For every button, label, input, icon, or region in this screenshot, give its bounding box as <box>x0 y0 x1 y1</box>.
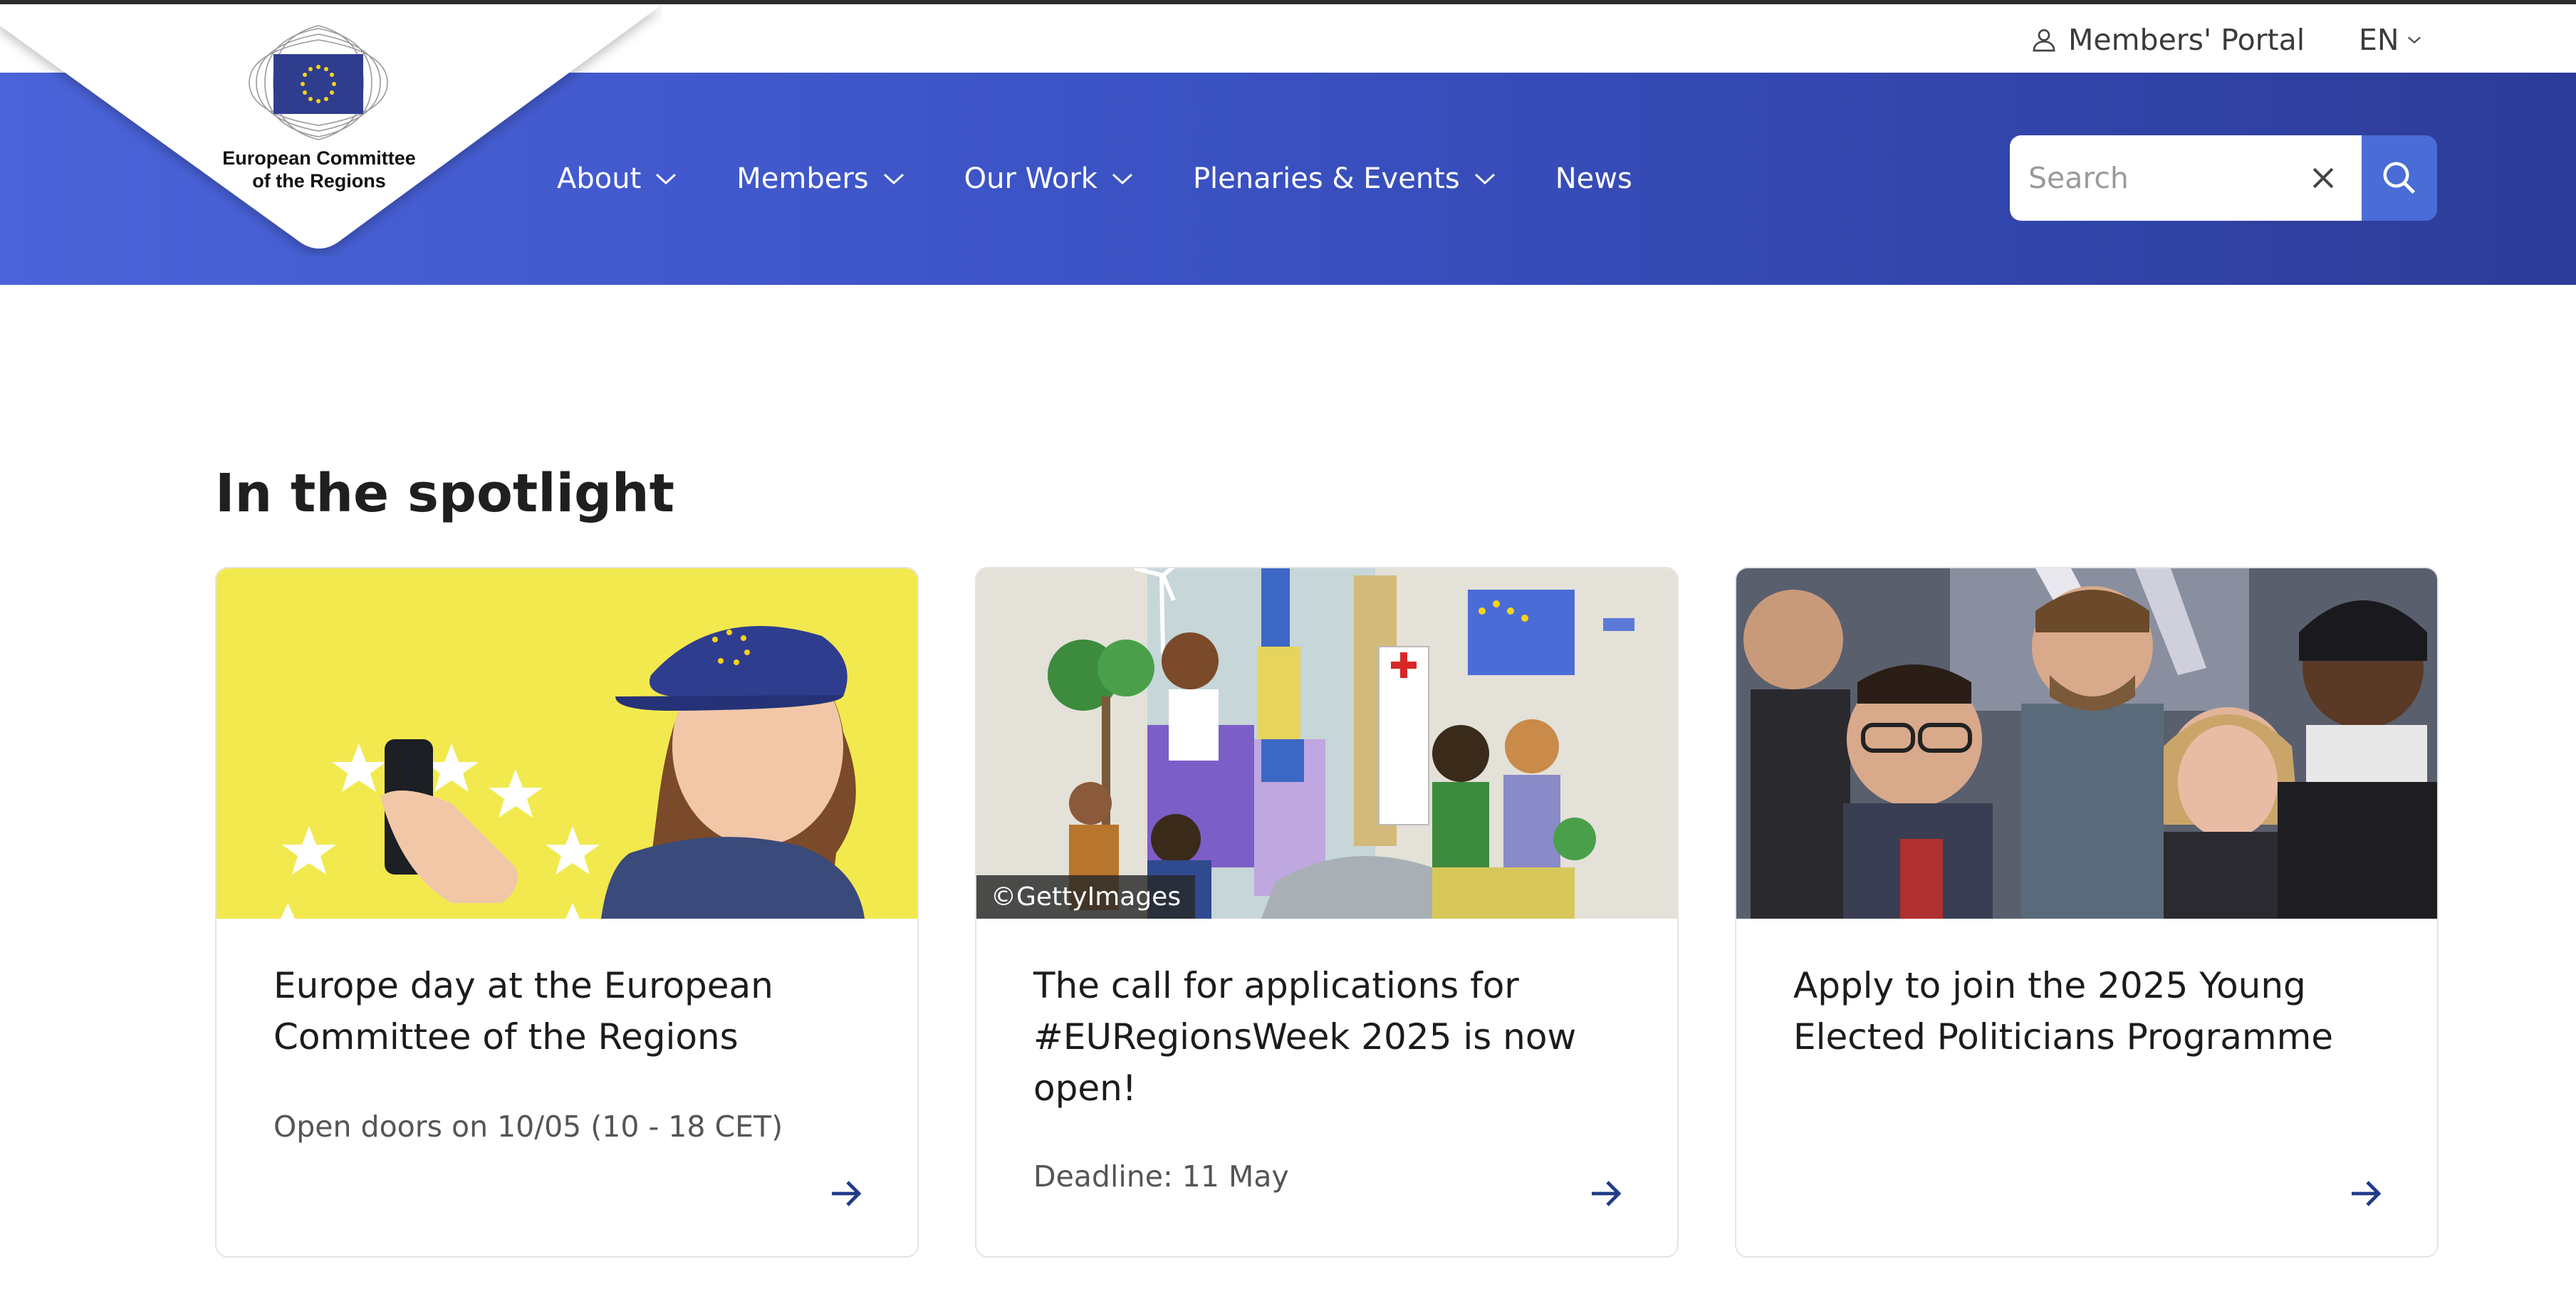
nav-item-label: News <box>1555 162 1632 195</box>
primary-nav: About Members Our Work Plenaries & Event… <box>557 73 1691 285</box>
chevron-down-icon <box>883 173 904 185</box>
card-image <box>217 568 917 919</box>
search-button[interactable] <box>2362 135 2437 221</box>
section-title: In the spotlight <box>215 463 674 524</box>
nav-item-label: Our Work <box>964 162 1097 195</box>
language-selector[interactable]: EN <box>2359 20 2422 60</box>
card-image <box>1736 568 2437 919</box>
search-icon <box>2383 162 2416 194</box>
eu-flag-emblem <box>249 25 388 140</box>
members-portal-link[interactable]: Members' Portal <box>2030 20 2305 60</box>
card-title: Europe day at the European Committee of … <box>273 965 773 1058</box>
euregionsweek-collage <box>976 568 1677 919</box>
search-box <box>2010 135 2437 221</box>
language-label: EN <box>2359 23 2399 57</box>
card-title: Apply to join the 2025 Young Elected Pol… <box>1793 965 2334 1058</box>
spotlight-card-europe-day[interactable]: Europe day at the European Committee of … <box>215 567 919 1258</box>
nav-item-label: Plenaries & Events <box>1192 162 1460 195</box>
search-field-wrapper <box>2010 135 2362 221</box>
nav-item-our-work[interactable]: Our Work <box>964 162 1135 195</box>
young-politicians-photo <box>1736 568 2437 919</box>
arrow-right-icon[interactable] <box>2349 1178 2383 1209</box>
nav-item-label: Members <box>736 162 869 195</box>
nav-item-members[interactable]: Members <box>736 162 905 195</box>
chevron-down-icon <box>656 173 677 185</box>
arrow-right-icon[interactable] <box>829 1178 863 1209</box>
nav-item-label: About <box>557 162 642 195</box>
user-icon <box>2033 29 2055 52</box>
logo-wordmark: European Committee of the Regions <box>212 147 426 192</box>
arrow-right-icon[interactable] <box>1589 1178 1623 1209</box>
spotlight-card-young-politicians[interactable]: Apply to join the 2025 Young Elected Pol… <box>1735 567 2439 1258</box>
nav-item-plenaries-events[interactable]: Plenaries & Events <box>1193 162 1497 195</box>
logo-line-2: of the Regions <box>252 170 386 192</box>
chevron-down-icon <box>2407 36 2421 44</box>
nav-item-about[interactable]: About <box>557 162 678 195</box>
members-portal-label: Members' Portal <box>2068 23 2305 57</box>
card-title: The call for applications for #EURegions… <box>1033 965 1577 1109</box>
card-image: ©GettyImages <box>976 568 1677 919</box>
spotlight-card-euregionsweek[interactable]: ©GettyImages The call for applications f… <box>975 567 1679 1258</box>
europe-day-photo <box>217 568 917 919</box>
logo-line-1: European Committee <box>222 147 416 169</box>
close-icon[interactable] <box>2308 162 2339 194</box>
chevron-down-icon <box>1112 173 1132 185</box>
card-subtitle: Deadline: 11 May <box>1033 1159 1289 1194</box>
image-credit: ©GettyImages <box>976 875 1196 919</box>
card-subtitle: Open doors on 10/05 (10 - 18 CET) <box>273 1110 783 1144</box>
search-input[interactable] <box>2028 161 2285 195</box>
chevron-down-icon <box>1474 173 1495 185</box>
nav-item-news[interactable]: News <box>1555 162 1632 195</box>
